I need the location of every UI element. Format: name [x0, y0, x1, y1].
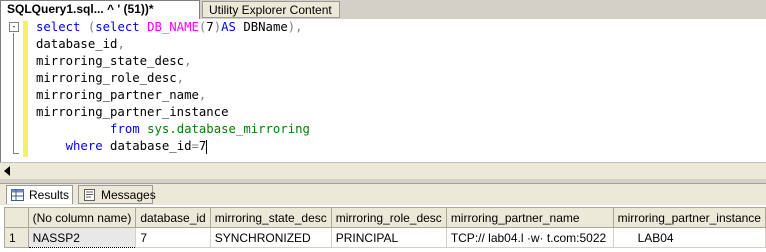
scroll-left-icon[interactable] — [4, 166, 10, 176]
changed-lines-marker — [23, 21, 28, 157]
grid-icon — [11, 189, 24, 201]
code-line[interactable]: mirroring_state_desc, — [36, 53, 310, 70]
code-token: select — [95, 20, 140, 34]
code-line[interactable]: where database_id=7 — [36, 138, 310, 155]
tab-results-label: Results — [29, 188, 70, 202]
code-line[interactable]: database_id, — [36, 36, 310, 53]
sql-code[interactable]: select (select DB_NAME(7)AS DBName), data… — [36, 19, 310, 155]
tab-messages[interactable]: Messages — [78, 185, 156, 204]
messages-icon — [84, 189, 95, 201]
code-token: mirroring_role_desc — [36, 71, 177, 85]
table-cell[interactable]: TCP:// lab04.l ·w· t.com:5022 — [445, 227, 614, 248]
table-cell[interactable]: NASSP2 — [27, 227, 137, 248]
table-cell[interactable]: SYNCHRONIZED — [209, 227, 332, 248]
tab-results[interactable]: Results — [6, 185, 73, 204]
results-tab-strip: Results Messages — [0, 184, 766, 205]
code-token: mirroring_partner_instance — [36, 105, 229, 119]
collapse-region-icon[interactable]: - — [9, 22, 19, 32]
code-token: 7 — [206, 20, 214, 34]
code-line[interactable]: mirroring_partner_instance — [36, 104, 310, 121]
code-token: database_id — [36, 37, 118, 51]
code-token: select — [36, 20, 81, 34]
code-token: DB_NAME — [147, 20, 199, 34]
query-editor[interactable]: - select (select DB_NAME(7)AS DBName), da… — [0, 19, 766, 162]
code-token: DBName — [235, 20, 288, 34]
text-caret — [206, 139, 208, 154]
editor-horizontal-scrollbar[interactable] — [0, 162, 766, 179]
table-cell[interactable]: PRINCIPAL — [330, 227, 447, 248]
column-header[interactable]: mirroring_state_desc — [209, 207, 332, 228]
code-token: , — [176, 71, 185, 85]
column-header[interactable]: mirroring_partner_instance — [612, 207, 766, 228]
code-token: = — [191, 139, 199, 153]
code-token: , — [117, 37, 125, 51]
results-table: (No column name) database_id mirroring_s… — [4, 207, 766, 248]
code-token: from — [110, 122, 140, 136]
table-cell[interactable]: 7 — [135, 227, 211, 248]
outline-fold-line — [13, 33, 14, 153]
code-line[interactable]: from sys.database_mirroring — [36, 121, 310, 138]
document-tab-bar: SQLQuery1.sql... ^ ' (51))* Utility Expl… — [0, 0, 766, 20]
table-row[interactable]: 1 NASSP2 7 SYNCHRONIZED PRINCIPAL TCP://… — [4, 227, 766, 248]
code-token: mirroring_state_desc — [36, 54, 185, 68]
code-token: , — [295, 20, 303, 34]
code-token: where — [65, 139, 103, 153]
row-number[interactable]: 1 — [4, 227, 29, 248]
table-cell[interactable]: LAB04 — [612, 227, 766, 248]
header-row: (No column name) database_id mirroring_s… — [4, 207, 766, 228]
results-grid: (No column name) database_id mirroring_s… — [0, 205, 766, 252]
tab-sqlquery1[interactable]: SQLQuery1.sql... ^ ' (51))* — [0, 0, 200, 19]
column-header[interactable]: database_id — [135, 207, 211, 228]
code-token: database_id — [102, 139, 192, 153]
code-token: , — [198, 88, 207, 102]
tab-messages-label: Messages — [101, 188, 156, 202]
column-header[interactable]: (No column name) — [27, 207, 137, 228]
code-token: 7 — [198, 139, 207, 153]
column-header[interactable]: mirroring_role_desc — [330, 207, 447, 228]
code-token: ) — [213, 20, 222, 34]
code-token: mirroring_partner_name — [36, 88, 199, 102]
code-line[interactable]: mirroring_role_desc, — [36, 70, 310, 87]
tab-utility-explorer-content[interactable]: Utility Explorer Content — [202, 1, 340, 18]
row-header-corner[interactable] — [4, 207, 29, 228]
outline-fold-end — [13, 153, 19, 154]
code-line[interactable]: select (select DB_NAME(7)AS DBName), — [36, 19, 310, 36]
code-token: , — [184, 54, 192, 68]
code-token: AS — [221, 20, 236, 34]
code-token: sys.database_mirroring — [147, 122, 310, 136]
column-header[interactable]: mirroring_partner_name — [445, 207, 614, 228]
code-line[interactable]: mirroring_partner_name, — [36, 87, 310, 104]
